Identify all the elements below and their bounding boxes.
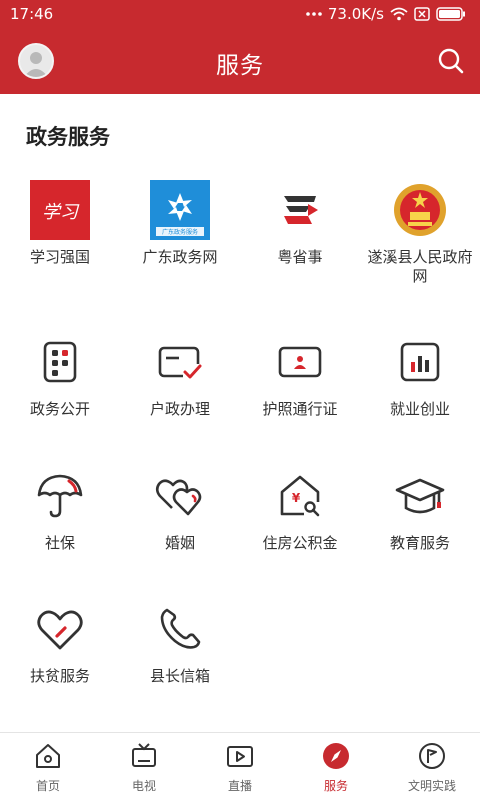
service-employment[interactable]: 就业创业 — [360, 330, 480, 419]
service-label: 社保 — [44, 534, 75, 552]
service-label: 就业创业 — [389, 400, 450, 418]
tab-home[interactable]: 首页 — [0, 733, 96, 800]
service-xuexi-qiangguo[interactable]: 学习 学习强国 — [0, 178, 120, 267]
yueshengshi-logo — [268, 178, 332, 242]
live-icon — [226, 742, 254, 770]
service-label: 县长信箱 — [149, 667, 210, 685]
umbrella-icon — [28, 464, 92, 528]
document-grid-icon — [28, 330, 92, 394]
yuan-symbol: ¥ — [292, 491, 301, 505]
services-content[interactable]: 政务服务 学习 学习强国 广东政务服务 广东政务网 粤省事 遂溪县人民政府网 政… — [0, 94, 480, 732]
service-yue-shengshi[interactable]: 粤省事 — [240, 178, 360, 267]
tab-label: 文明实践 — [407, 779, 456, 793]
flag-icon — [418, 742, 446, 770]
service-education[interactable]: 教育服务 — [360, 464, 480, 553]
phone-icon — [148, 597, 212, 661]
network-speed: 73.0K/s — [327, 5, 384, 23]
service-label: 粤省事 — [277, 248, 323, 266]
tab-service[interactable]: 服务 — [288, 733, 384, 800]
bar-chart-icon — [388, 330, 452, 394]
service-label: 户政办理 — [149, 400, 210, 418]
section-title-government: 政务服务 — [26, 125, 110, 149]
bottom-tab-bar: 首页 电视 直播 服务 文明实践 — [0, 732, 480, 800]
home-icon — [34, 742, 62, 770]
service-guangdong-gov[interactable]: 广东政务服务 广东政务网 — [120, 178, 240, 267]
battery-icon — [436, 7, 466, 21]
service-label: 教育服务 — [389, 534, 450, 552]
compass-icon — [322, 742, 350, 770]
tab-label: 直播 — [227, 779, 252, 793]
card-check-icon — [148, 330, 212, 394]
service-label: 学习强国 — [29, 248, 90, 266]
service-label: 住房公积金 — [262, 534, 338, 552]
sim-icon — [414, 7, 430, 21]
tab-label: 首页 — [35, 779, 60, 793]
status-bar: 17:46 73.0K/s — [0, 0, 480, 28]
service-label: 护照通行证 — [262, 400, 338, 418]
service-huzheng[interactable]: 户政办理 — [120, 330, 240, 419]
guangdong-gov-logo: 广东政务服务 — [148, 178, 212, 242]
more-dots-icon — [306, 11, 322, 17]
tab-label: 电视 — [131, 779, 156, 793]
search-button[interactable] — [436, 46, 466, 76]
graduation-cap-icon — [388, 464, 452, 528]
heart-icon — [28, 597, 92, 661]
xuexi-logo-text: 学习 — [42, 202, 80, 223]
two-hearts-icon — [148, 464, 212, 528]
service-passport[interactable]: 护照通行证 — [240, 330, 360, 419]
search-icon — [436, 48, 466, 80]
tab-tv[interactable]: 电视 — [96, 733, 192, 800]
wifi-icon — [390, 7, 408, 21]
service-label: 政务公开 — [29, 400, 90, 418]
xuexi-logo: 学习 — [28, 178, 92, 242]
service-housing-fund[interactable]: ¥ 住房公积金 — [240, 464, 360, 553]
tab-civilization[interactable]: 文明实践 — [384, 733, 480, 800]
service-mayor-mailbox[interactable]: 县长信箱 — [120, 597, 240, 686]
app-header: 服务 — [0, 28, 480, 94]
service-zhengwu-gongkai[interactable]: 政务公开 — [0, 330, 120, 419]
service-label: 遂溪县人民政府网 — [367, 248, 473, 285]
status-time: 17:46 — [10, 5, 54, 23]
service-social-security[interactable]: 社保 — [0, 464, 120, 553]
tab-label: 服务 — [323, 779, 348, 793]
tv-icon — [130, 742, 158, 770]
service-label: 扶贫服务 — [29, 667, 90, 685]
status-indicators: 73.0K/s — [306, 5, 466, 23]
service-suixi-gov[interactable]: 遂溪县人民政府网 — [360, 178, 480, 286]
guangdong-logo-text: 广东政务服务 — [162, 228, 198, 236]
page-title: 服务 — [216, 53, 264, 79]
passport-icon — [268, 330, 332, 394]
service-poverty-alleviation[interactable]: 扶贫服务 — [0, 597, 120, 686]
service-marriage[interactable]: 婚姻 — [120, 464, 240, 553]
service-label: 婚姻 — [164, 534, 195, 552]
national-emblem-icon — [388, 178, 452, 242]
service-label: 广东政务网 — [142, 248, 218, 266]
house-search-icon: ¥ — [268, 464, 332, 528]
tab-live[interactable]: 直播 — [192, 733, 288, 800]
